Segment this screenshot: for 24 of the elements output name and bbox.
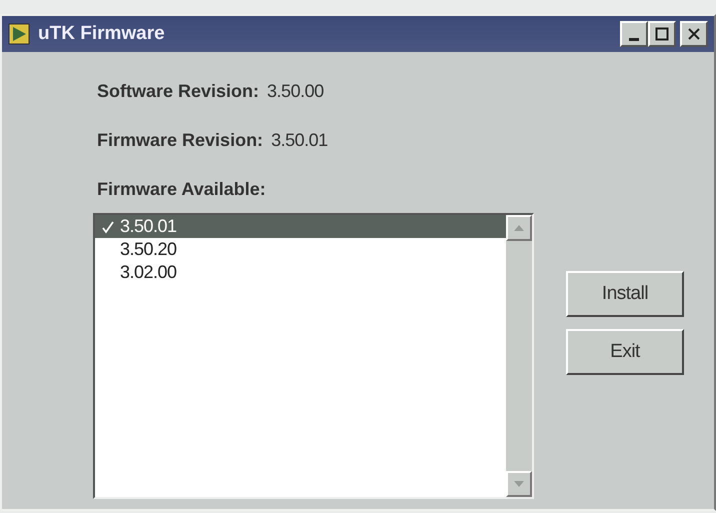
scroll-down-button[interactable] <box>506 471 532 497</box>
window-title: uTK Firmware <box>38 22 165 46</box>
scroll-up-button[interactable] <box>506 215 532 241</box>
push-button[interactable]: Install <box>566 271 684 317</box>
push-button[interactable]: Exit <box>566 329 684 375</box>
close-icon <box>687 27 701 41</box>
minimize-icon <box>629 38 639 40</box>
field-label: Firmware Revision: <box>97 129 264 152</box>
close-button[interactable] <box>680 21 708 47</box>
list-item[interactable]: 3.50.20 <box>95 238 506 261</box>
maximize-icon <box>655 27 669 41</box>
firmware-listbox[interactable]: 3.50.01 3.50.20 3.02.00 <box>93 213 534 499</box>
list-item[interactable]: 3.50.01 <box>95 215 506 238</box>
field-label: Software Revision: <box>97 80 260 103</box>
scrollbar[interactable] <box>506 215 532 497</box>
maximize-button[interactable] <box>648 21 676 47</box>
down-arrow-icon <box>514 481 524 487</box>
field-value: 3.50.01 <box>271 129 328 152</box>
up-arrow-icon <box>514 225 524 231</box>
field-value: 3.50.00 <box>267 80 324 103</box>
list-label: Firmware Available: <box>97 178 266 201</box>
play-icon <box>8 23 30 45</box>
list-item[interactable]: 3.02.00 <box>95 261 506 284</box>
minimize-button[interactable] <box>620 21 648 47</box>
